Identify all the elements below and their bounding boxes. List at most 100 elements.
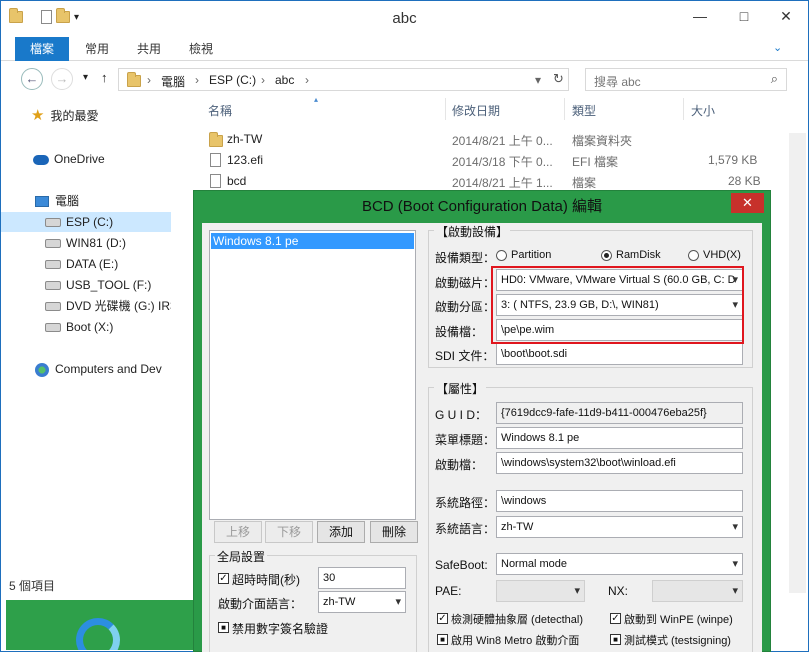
usb-drive-icon: [45, 281, 61, 291]
computer-icon: [35, 196, 49, 208]
move-down-button[interactable]: 下移: [265, 521, 313, 543]
safeboot-label: SafeBoot:: [435, 558, 488, 572]
recent-locations-icon[interactable]: ▾: [83, 72, 88, 83]
tab-file[interactable]: 檔案: [15, 37, 69, 61]
delete-button[interactable]: 刪除: [370, 521, 418, 543]
nav-drive-e[interactable]: DATA (E:): [1, 254, 171, 274]
timeout-input[interactable]: 30: [318, 567, 406, 589]
metro-boot-label: 啟用 Win8 Metro 啟動介面: [451, 635, 580, 647]
cloud-icon: [33, 154, 49, 165]
file-row[interactable]: bcd 2014/8/21 上午 1... 檔案 28 KB: [181, 171, 781, 192]
file-row[interactable]: zh-TW 2014/8/21 上午 0... 檔案資料夾: [181, 129, 781, 150]
move-up-button[interactable]: 上移: [214, 521, 262, 543]
forward-button[interactable]: →: [51, 68, 73, 90]
system-language-label: 系統語言：: [435, 522, 496, 536]
nav-drive-g[interactable]: DVD 光碟機 (G:) IR3: [1, 296, 171, 316]
boot-entry-list[interactable]: Windows 8.1 pe: [209, 230, 416, 520]
nx-select[interactable]: [652, 580, 743, 602]
close-button[interactable]: ✕: [765, 1, 807, 33]
nav-drive-d[interactable]: WIN81 (D:): [1, 233, 171, 253]
winpe-checkbox[interactable]: ✓: [610, 613, 621, 624]
menu-title-input[interactable]: Windows 8.1 pe: [496, 427, 743, 449]
drive-icon: [45, 323, 61, 333]
nav-drive-f[interactable]: USB_TOOL (F:): [1, 275, 171, 295]
system-path-input[interactable]: \windows: [496, 490, 743, 512]
tab-share[interactable]: 共用: [137, 37, 161, 61]
up-button[interactable]: ↑: [101, 70, 108, 85]
column-type[interactable]: 類型: [572, 102, 596, 119]
nav-favorites[interactable]: ★ 我的最愛: [31, 106, 201, 126]
expand-ribbon-icon[interactable]: ⌄: [773, 41, 782, 54]
timeout-checkbox[interactable]: ✓: [218, 573, 229, 584]
nav-drive-x[interactable]: Boot (X:): [1, 317, 171, 337]
address-row: ← → ▾ ↑ › 電腦 › ESP (C:) › abc › ▾ ↻ 搜尋 a…: [1, 62, 808, 96]
metro-boot-checkbox[interactable]: ■: [437, 634, 448, 645]
radio-partition[interactable]: [496, 250, 507, 261]
breadcrumb-computer[interactable]: 電腦: [161, 73, 185, 90]
nav-onedrive[interactable]: OneDrive: [33, 149, 203, 169]
refresh-icon[interactable]: ↻: [553, 71, 564, 87]
attributes-label: 【屬性】: [434, 380, 487, 397]
system-language-select[interactable]: zh-TW: [496, 516, 743, 538]
file-row[interactable]: 123.efi 2014/3/18 下午 0... EFI 檔案 1,579 K…: [181, 150, 781, 171]
pae-select[interactable]: [496, 580, 585, 602]
safeboot-select[interactable]: Normal mode: [496, 553, 743, 575]
device-file-label: 設備檔：: [435, 325, 484, 339]
radio-vhd[interactable]: [688, 250, 699, 261]
sdi-file-label: SDI 文件：: [435, 349, 495, 363]
disable-signature-checkbox[interactable]: ■: [218, 622, 229, 633]
drive-icon: [45, 260, 61, 270]
ribbon-tabs: 檔案 常用 共用 檢視 ⌄: [1, 37, 808, 61]
vertical-scrollbar[interactable]: [789, 133, 806, 593]
boot-file-input[interactable]: \windows\system32\boot\winload.efi: [496, 452, 743, 474]
search-box[interactable]: 搜尋 abc ⌕: [585, 68, 787, 91]
nav-drive-c[interactable]: ESP (C:): [1, 212, 171, 232]
column-separator[interactable]: [683, 98, 684, 120]
sort-arrow-icon: ▴: [314, 95, 319, 104]
column-size[interactable]: 大小: [691, 102, 715, 119]
add-button[interactable]: 添加: [317, 521, 365, 543]
guid-field: {7619dcc9-fafe-11d9-b411-000476eba25f}: [496, 402, 743, 424]
file-icon: [210, 153, 221, 167]
file-icon: [210, 174, 221, 188]
column-separator[interactable]: [564, 98, 565, 120]
column-date[interactable]: 修改日期: [452, 102, 500, 119]
file-date: 2014/8/21 上午 1...: [452, 176, 553, 190]
global-settings-label: 全局設置: [215, 548, 268, 565]
nav-computer[interactable]: 電腦: [35, 191, 205, 211]
radio-ramdisk-label: RamDisk: [616, 249, 661, 261]
ui-language-select[interactable]: zh-TW: [318, 591, 406, 613]
maximize-button[interactable]: □: [723, 1, 765, 33]
dvd-drive-icon: [45, 302, 61, 312]
tab-home[interactable]: 常用: [85, 37, 109, 61]
detect-hal-checkbox[interactable]: ✓: [437, 613, 448, 624]
column-name[interactable]: 名稱: [208, 102, 232, 119]
radio-ramdisk[interactable]: [601, 250, 612, 261]
boot-file-label: 啟動檔：: [435, 458, 484, 472]
boot-device-label: 【啟動設備】: [434, 223, 511, 240]
file-name: 123.efi: [227, 153, 264, 167]
boot-entry[interactable]: Windows 8.1 pe: [211, 233, 414, 249]
address-bar[interactable]: › 電腦 › ESP (C:) › abc › ▾ ↻: [118, 68, 569, 91]
folder-icon: [127, 72, 141, 87]
dialog-title: BCD (Boot Configuration Data) 編輯: [361, 198, 603, 215]
chevron-down-icon[interactable]: ▾: [535, 73, 541, 87]
minimize-button[interactable]: —: [679, 1, 721, 33]
nav-network[interactable]: Computers and Dev: [1, 359, 171, 379]
sync-icon: [76, 618, 120, 650]
column-separator[interactable]: [445, 98, 446, 120]
menu-title-label: 菜單標題：: [435, 433, 496, 447]
testsigning-checkbox[interactable]: ■: [610, 634, 621, 645]
system-path-label: 系統路徑：: [435, 496, 496, 510]
tab-view[interactable]: 檢視: [189, 37, 213, 61]
bcd-dialog: BCD (Boot Configuration Data) 編輯 ✕ Windo…: [193, 190, 771, 652]
pae-label: PAE:: [435, 584, 462, 598]
timeout-label: 超時時間(秒): [232, 573, 300, 587]
radio-vhd-label: VHD(X): [703, 249, 741, 261]
back-button[interactable]: ←: [21, 68, 43, 90]
dialog-close-button[interactable]: ✕: [731, 193, 764, 213]
breadcrumb-esp[interactable]: ESP (C:): [209, 73, 256, 87]
sdi-file-input[interactable]: \boot\boot.sdi: [496, 343, 743, 365]
radio-partition-label: Partition: [511, 249, 552, 261]
breadcrumb-abc[interactable]: abc: [275, 73, 294, 87]
